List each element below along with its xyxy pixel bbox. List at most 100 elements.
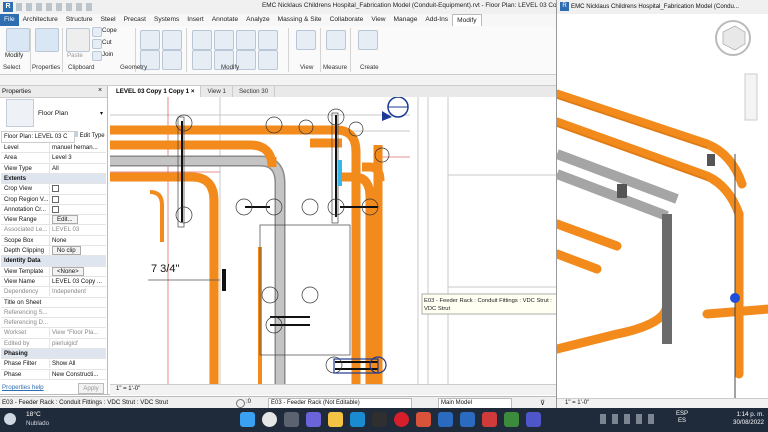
sync-icon[interactable] [236,399,245,408]
measure-icon[interactable] [326,30,346,50]
teams-icon[interactable] [526,412,541,427]
revit-logo-icon[interactable]: R [3,2,13,12]
geometry-tool-icon[interactable] [140,30,160,50]
view-tab-view1[interactable]: View 1 [201,86,233,97]
tab-steel[interactable]: Steel [97,14,120,26]
revit-app-icon[interactable] [438,412,453,427]
view-tool-icon[interactable] [296,30,316,50]
windows-start-icon[interactable] [240,412,255,427]
property-button[interactable]: No clip [52,246,81,255]
plan-canvas[interactable] [110,97,556,384]
cut-icon[interactable] [92,39,102,49]
qat-toolbar[interactable] [16,3,96,11]
opera-icon[interactable] [394,412,409,427]
geometry-tool-icon[interactable] [162,30,182,50]
plan-scale[interactable]: 1" = 1'-0" [116,386,140,392]
property-row: View Range Edit... [1,215,108,226]
tab-collaborate[interactable]: Collaborate [326,14,368,26]
property-checkbox[interactable] [52,205,59,213]
language-indicator[interactable]: ESP ES [676,411,688,425]
tab-insert[interactable]: Insert [183,14,208,26]
property-value[interactable]: Edit... [49,215,108,225]
property-value[interactable]: New Constructi... [49,369,108,379]
tab-annotate[interactable]: Annotate [208,14,242,26]
edit-type-button[interactable]: Edit Type [74,131,106,141]
properties-help-link[interactable]: Properties help [2,384,44,391]
clock[interactable]: 1:14 p. m. 30/08/2022 [722,411,764,427]
cut-label[interactable]: Cut [102,39,112,46]
taskview-icon[interactable] [284,412,299,427]
tab-modify[interactable]: Modify [452,14,482,26]
paste-icon[interactable] [66,28,90,52]
copy-icon[interactable] [92,27,102,37]
property-value[interactable]: Level 3 [49,153,108,163]
property-value[interactable]: manuel hernan... [49,143,108,152]
geometry-tool-icon[interactable] [162,50,182,70]
app-icon[interactable] [504,412,519,427]
search-icon[interactable] [262,412,277,427]
property-value[interactable]: <None> [49,266,108,276]
property-value[interactable]: All [49,163,108,173]
view-3d-scale[interactable]: 1" = 1'-0" [565,400,589,406]
apply-button[interactable]: Apply [78,383,104,394]
property-value[interactable]: None [49,235,108,245]
create-icon[interactable] [358,30,378,50]
property-value[interactable]: View "Floor Pla... [49,328,108,338]
tab-manage[interactable]: Manage [390,14,422,26]
chat-icon[interactable] [306,412,321,427]
property-section-header[interactable]: Identity Data [1,256,106,267]
property-button[interactable]: <None> [52,266,84,276]
property-section-header[interactable]: Extents [1,173,106,185]
join-label[interactable]: Join [102,51,113,58]
store-icon[interactable] [372,412,387,427]
property-button[interactable]: Edit... [52,215,78,225]
photos-icon[interactable] [416,412,431,427]
mirror-icon[interactable] [236,30,256,50]
tab-massing-site[interactable]: Massing & Site [274,14,326,26]
close-icon[interactable]: × [98,87,102,94]
property-row: View Name LEVEL 03 Copy ... [1,276,108,288]
model-value: Main Model [441,400,473,406]
tab-architecture[interactable]: Architecture [19,14,62,26]
property-value[interactable]: Independent [49,287,108,297]
array-icon[interactable] [258,50,278,70]
app-icon[interactable] [482,412,497,427]
type-selector-dropdown[interactable]: ▾ [100,110,103,117]
property-value[interactable]: LEVEL 03 [49,225,108,235]
cope-label[interactable]: Cope [102,27,117,34]
view-tab-section30[interactable]: Section 30 [233,86,276,97]
tab-add-ins[interactable]: Add-Ins [421,14,452,26]
modify-cursor-icon[interactable] [6,28,30,52]
align-icon[interactable] [192,30,212,50]
tab-analyze[interactable]: Analyze [242,14,273,26]
property-section-header[interactable]: Phasing [1,349,106,360]
property-value[interactable]: No clip [49,246,108,255]
revit-app-icon[interactable] [460,412,475,427]
property-checkbox[interactable] [52,185,59,193]
filter-icon[interactable]: ⊽ [540,399,545,407]
tab-file[interactable]: File [0,14,19,26]
explorer-icon[interactable] [328,412,343,427]
tab-view[interactable]: View [367,14,389,26]
tab-precast[interactable]: Precast [120,14,150,26]
offset-icon[interactable] [214,30,234,50]
view-tab-level03[interactable]: LEVEL 03 Copy 1 Copy 1 × [110,86,202,97]
edge-icon[interactable] [350,412,365,427]
property-value[interactable]: pierluigicf [49,338,108,348]
view-3d-canvas[interactable] [557,14,768,398]
properties-icon[interactable] [35,28,59,52]
panel-select[interactable]: Select [3,64,20,71]
property-checkbox[interactable] [52,195,59,203]
property-value[interactable]: LEVEL 03 Copy ... [49,276,108,286]
weather-icon[interactable] [4,413,16,425]
property-value[interactable]: Show All [49,359,108,369]
property-key: View Name [4,277,36,285]
dimension-label[interactable]: 7 3/4" [151,263,179,275]
rotate-icon[interactable] [192,50,212,70]
move-icon[interactable] [258,30,278,50]
tray-icons[interactable] [600,414,660,424]
instance-selector[interactable]: Floor Plan: LEVEL 03 C [1,131,75,143]
tab-structure[interactable]: Structure [62,14,97,26]
tab-systems[interactable]: Systems [150,14,183,26]
join-icon[interactable] [92,51,102,61]
